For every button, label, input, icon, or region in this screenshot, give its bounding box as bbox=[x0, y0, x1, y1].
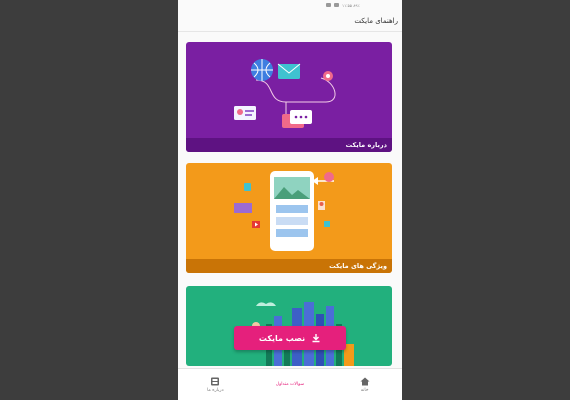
badge-icon bbox=[324, 221, 330, 227]
nav-item-about[interactable]: درباره ما bbox=[178, 369, 253, 400]
nav-item-home[interactable]: خانه bbox=[327, 369, 402, 400]
signal-icon bbox=[326, 3, 331, 7]
info-icon bbox=[211, 377, 220, 385]
phone-screen: ۱۱:۵۵ ۸۹٪ راهنمای مایکت درباره مایکت ویژ… bbox=[178, 0, 402, 400]
wifi-icon bbox=[334, 3, 339, 7]
lock-icon bbox=[244, 183, 251, 191]
status-bar: ۱۱:۵۵ ۸۹٪ bbox=[178, 0, 402, 10]
nav-label: خانه bbox=[360, 387, 369, 393]
install-button[interactable]: نصب مایکت bbox=[234, 326, 346, 350]
status-text: ۱۱:۵۵ ۸۹٪ bbox=[342, 2, 360, 8]
card-caption: ویژگی های مایکت bbox=[186, 259, 392, 273]
nav-label: سوالات متداول bbox=[275, 382, 305, 387]
features-card[interactable]: ویژگی های مایکت bbox=[186, 163, 392, 273]
phone-illustration bbox=[234, 171, 334, 251]
network-illustration bbox=[234, 59, 336, 128]
install-button-label: نصب مایکت bbox=[258, 333, 306, 343]
page-title: راهنمای مایکت bbox=[354, 16, 398, 25]
nav-label: درباره ما bbox=[207, 387, 224, 393]
home-icon bbox=[360, 377, 370, 385]
app-bar: راهنمای مایکت bbox=[178, 10, 402, 32]
nav-item-faq[interactable]: سوالات متداول bbox=[253, 369, 328, 400]
bottom-nav: درباره ما سوالات متداول خانه bbox=[178, 368, 402, 400]
about-card[interactable]: درباره مایکت bbox=[186, 42, 392, 152]
image-card-icon bbox=[234, 203, 252, 213]
install-card: نصب مایکت bbox=[186, 286, 392, 366]
download-icon bbox=[312, 334, 320, 343]
card-caption: درباره مایکت bbox=[186, 138, 392, 152]
clock-icon bbox=[324, 172, 334, 182]
